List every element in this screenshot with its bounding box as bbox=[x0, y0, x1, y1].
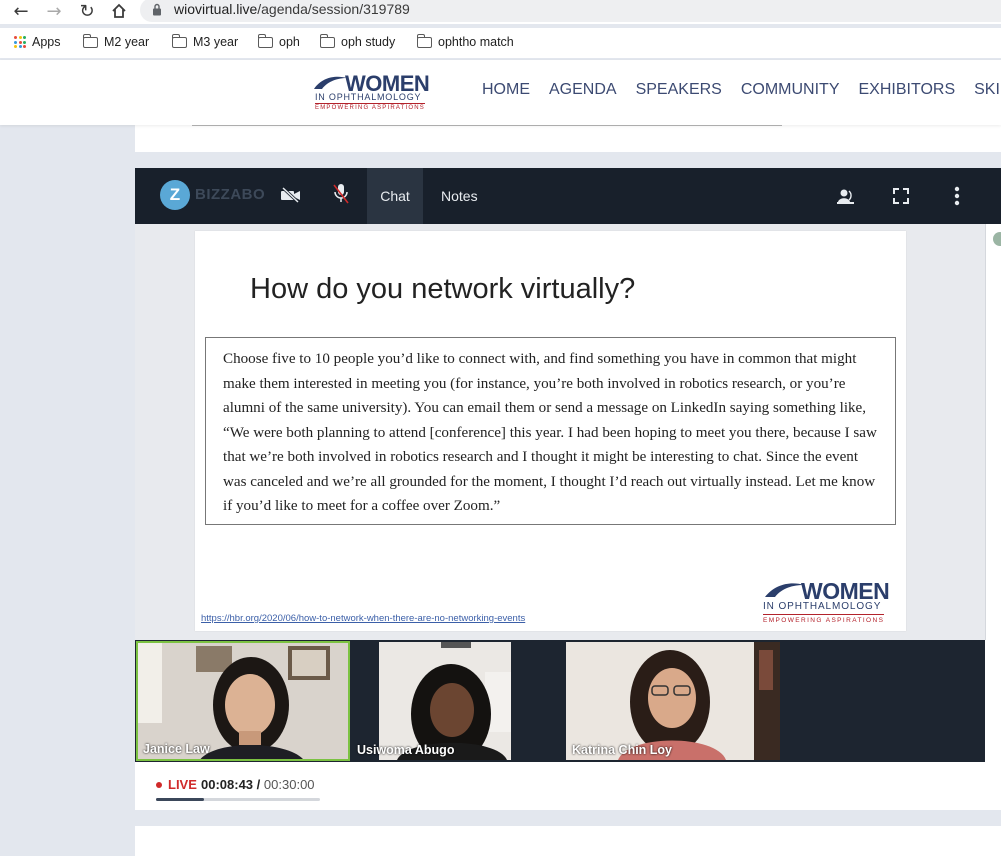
folder-icon bbox=[82, 33, 98, 48]
participant-name: Usiwoma Abugo bbox=[357, 743, 455, 757]
apps-grid-icon bbox=[14, 36, 26, 48]
slide-quote: Choose five to 10 people you’d like to c… bbox=[205, 337, 896, 525]
nav-skill[interactable]: SKILL bbox=[974, 81, 1001, 99]
nav-home[interactable]: HOME bbox=[482, 81, 530, 99]
presentation-stage: How do you network virtually? Choose fiv… bbox=[135, 224, 985, 640]
bookmark-oph-study[interactable]: oph study bbox=[319, 33, 396, 49]
participant-tile-janice-law[interactable]: Janice Law bbox=[136, 641, 350, 761]
bookmark-m3-year[interactable]: M3 year bbox=[171, 33, 239, 49]
url-text[interactable]: wiovirtual.live/agenda/session/319789 bbox=[174, 1, 410, 17]
bookmark-label: oph study bbox=[341, 35, 396, 49]
participant-video-strip: Janice Law Usiwoma Abugo Katrina Chin Lo… bbox=[135, 640, 985, 762]
folder-icon bbox=[319, 33, 335, 48]
browser-toolbar: ← → ↻ wiovirtual.live/agenda/session/319… bbox=[0, 0, 1001, 24]
nav-agenda[interactable]: AGENDA bbox=[549, 81, 617, 99]
bookmark-ophtho-match[interactable]: ophtho match bbox=[416, 33, 514, 49]
slide-source-link[interactable]: https://hbr.org/2020/06/how-to-network-w… bbox=[201, 613, 525, 624]
time-separator: / bbox=[256, 777, 261, 792]
slide-title: How do you network virtually? bbox=[250, 273, 636, 305]
session-player: Z BIZZABO Chat Notes How do you network … bbox=[135, 168, 1001, 810]
lock-icon bbox=[152, 3, 162, 21]
participant-name: Katrina Chin Loy bbox=[572, 743, 673, 757]
next-content-card bbox=[135, 826, 1001, 856]
women-in-ophthalmology-logo[interactable]: WOMEN IN OPHTHALMOLOGY EMPOWERING ASPIRA… bbox=[312, 71, 432, 113]
bookmark-m2-year[interactable]: M2 year bbox=[82, 33, 150, 49]
bizzabo-brand: BIZZABO bbox=[195, 186, 266, 203]
bookmark-oph[interactable]: oph bbox=[257, 33, 300, 49]
player-toolbar: Z BIZZABO Chat Notes bbox=[135, 168, 1001, 224]
folder-icon bbox=[416, 33, 432, 48]
tab-notes[interactable]: Notes bbox=[433, 168, 486, 224]
screen-share-icon[interactable] bbox=[837, 187, 855, 210]
tab-chat[interactable]: Chat bbox=[367, 168, 423, 224]
slide-logo-tagline: EMPOWERING ASPIRATIONS bbox=[763, 614, 885, 624]
folder-icon bbox=[257, 33, 273, 48]
bookmark-label: Apps bbox=[32, 35, 61, 49]
tab-chat-label: Chat bbox=[380, 188, 410, 204]
bookmark-label: oph bbox=[279, 35, 300, 49]
elapsed-time: 00:08:43 bbox=[201, 777, 254, 792]
forward-icon[interactable]: → bbox=[43, 0, 65, 22]
bookmark-label: M2 year bbox=[104, 35, 150, 49]
progress-fill bbox=[156, 798, 204, 801]
bookmark-label: M3 year bbox=[193, 35, 239, 49]
bookmarks-bar: Apps M2 year M3 year oph oph study ophth… bbox=[0, 28, 1001, 58]
total-time: 00:30:00 bbox=[263, 777, 315, 792]
live-badge: LIVE bbox=[168, 777, 197, 792]
main-nav: HOME AGENDA SPEAKERS COMMUNITY EXHIBITOR… bbox=[482, 81, 1001, 99]
bookmark-apps[interactable]: Apps bbox=[14, 35, 61, 49]
mic-off-icon[interactable] bbox=[333, 182, 349, 211]
presentation-slide: How do you network virtually? Choose fiv… bbox=[195, 231, 906, 631]
nav-speakers[interactable]: SPEAKERS bbox=[636, 81, 722, 99]
camera-off-icon[interactable] bbox=[280, 186, 302, 208]
slide-logo: WOMEN IN OPHTHALMOLOGY EMPOWERING ASPIRA… bbox=[763, 578, 905, 628]
bizzabo-logo-icon: Z bbox=[160, 180, 190, 210]
participant-tile-usiwoma-abugo[interactable]: Usiwoma Abugo bbox=[351, 642, 539, 760]
folder-icon bbox=[171, 33, 187, 48]
chat-side-panel bbox=[985, 224, 1001, 640]
site-header: WOMEN IN OPHTHALMOLOGY EMPOWERING ASPIRA… bbox=[0, 60, 1001, 125]
chat-avatar-icon bbox=[993, 232, 1001, 246]
logo-subtext: IN OPHTHALMOLOGY bbox=[315, 92, 422, 102]
logo-swoosh-icon bbox=[314, 76, 347, 89]
logo-tagline: EMPOWERING ASPIRATIONS bbox=[315, 103, 425, 111]
nav-exhibitors[interactable]: EXHIBITORS bbox=[859, 81, 956, 99]
reload-icon[interactable]: ↻ bbox=[76, 0, 98, 22]
participant-name: Janice Law bbox=[143, 742, 210, 756]
back-icon[interactable]: ← bbox=[10, 0, 32, 22]
bookmark-label: ophtho match bbox=[438, 35, 514, 49]
playback-bar: LIVE 00:08:43 / 00:30:00 bbox=[135, 762, 1001, 810]
live-dot-icon bbox=[156, 782, 162, 788]
nav-community[interactable]: COMMUNITY bbox=[741, 81, 840, 99]
tab-notes-label: Notes bbox=[441, 188, 478, 204]
fullscreen-icon[interactable] bbox=[893, 188, 909, 209]
home-icon[interactable] bbox=[108, 0, 130, 22]
slide-logo-subtext: IN OPHTHALMOLOGY bbox=[763, 601, 882, 612]
progress-bar[interactable] bbox=[156, 798, 320, 801]
participant-tile-katrina-chin-loy[interactable]: Katrina Chin Loy bbox=[566, 642, 780, 760]
playback-time: 00:08:43 / 00:30:00 bbox=[201, 777, 315, 792]
more-options-icon[interactable] bbox=[954, 186, 960, 211]
logo-swoosh-icon bbox=[765, 583, 804, 597]
